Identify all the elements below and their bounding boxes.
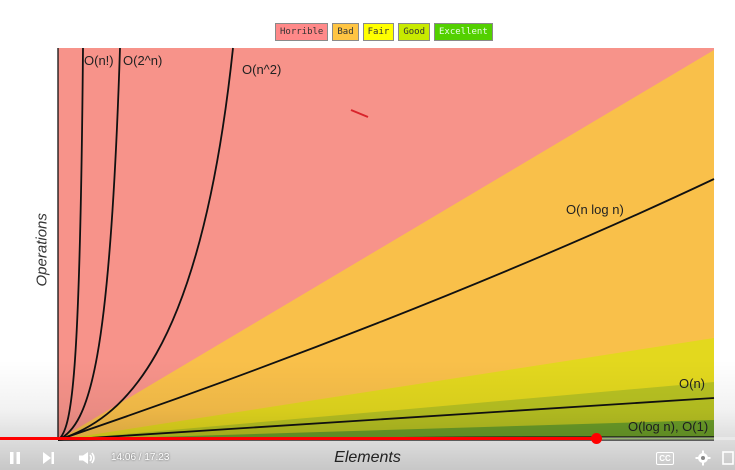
label-nlogn: O(n log n) [566, 202, 624, 217]
label-linear: O(n) [679, 376, 705, 391]
label-log-const: O(log n), O(1) [628, 419, 709, 434]
gear-icon[interactable] [693, 447, 713, 469]
miniplayer-icon[interactable] [721, 447, 735, 469]
label-quadratic: O(n^2) [242, 62, 282, 77]
y-axis-label: Operations [33, 213, 51, 287]
legend-item-bad: Bad [332, 23, 359, 41]
complexity-chart [57, 47, 715, 441]
cc-icon[interactable]: CC [654, 447, 676, 469]
legend-item-horrible: Horrible [275, 23, 329, 41]
scrubber-handle[interactable] [591, 433, 603, 444]
cc-label: CC [656, 451, 674, 465]
legend-item-excellent: Excellent [434, 23, 493, 41]
progress-bar[interactable] [0, 433, 735, 444]
legend-item-fair: Fair [362, 23, 395, 41]
label-exponential: O(2^n) [123, 53, 163, 68]
progress-played [0, 437, 597, 440]
player-controls: 14:06 / 17:23 CC [0, 445, 735, 470]
time-display: 14:06 / 17:23 [111, 452, 170, 463]
pause-icon[interactable] [5, 447, 25, 469]
legend-item-good: Good [398, 23, 430, 41]
legend: Horrible Bad Fair Good Excellent [275, 23, 493, 41]
volume-icon[interactable] [76, 447, 98, 469]
next-icon[interactable] [38, 447, 58, 469]
video-frame[interactable]: Horrible Bad Fair Good Excellent Operations … [0, 0, 735, 470]
label-factorial: O(n!) [84, 53, 114, 68]
